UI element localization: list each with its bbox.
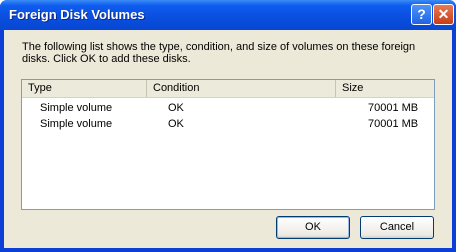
table-row[interactable]: Simple volume OK 70001 MB bbox=[22, 117, 434, 132]
cancel-button[interactable]: Cancel bbox=[360, 216, 434, 239]
cell-condition: OK bbox=[168, 102, 184, 114]
dialog-window: Foreign Disk Volumes ? ✕ The following l… bbox=[0, 0, 456, 252]
cell-size: 70001 MB bbox=[368, 102, 419, 114]
cell-size: 70001 MB bbox=[368, 118, 419, 130]
description-text: The following list shows the type, condi… bbox=[22, 41, 416, 65]
title-bar[interactable]: Foreign Disk Volumes ? ✕ bbox=[0, 0, 456, 30]
cell-type: Simple volume bbox=[40, 102, 113, 114]
column-header-condition[interactable]: Condition bbox=[147, 80, 336, 97]
table-row[interactable]: Simple volume OK 70001 MB bbox=[22, 101, 434, 116]
list-header: Type Condition Size bbox=[22, 80, 434, 98]
volumes-list[interactable]: Type Condition Size Simple volume OK 700… bbox=[21, 79, 435, 210]
cell-type: Simple volume bbox=[40, 118, 113, 130]
ok-button[interactable]: OK bbox=[276, 216, 350, 239]
column-header-type[interactable]: Type bbox=[22, 80, 147, 97]
help-icon[interactable]: ? bbox=[411, 4, 432, 25]
close-icon[interactable]: ✕ bbox=[433, 4, 454, 25]
cell-condition: OK bbox=[168, 118, 184, 130]
column-header-size[interactable]: Size bbox=[336, 80, 434, 97]
window-title: Foreign Disk Volumes bbox=[9, 7, 145, 22]
